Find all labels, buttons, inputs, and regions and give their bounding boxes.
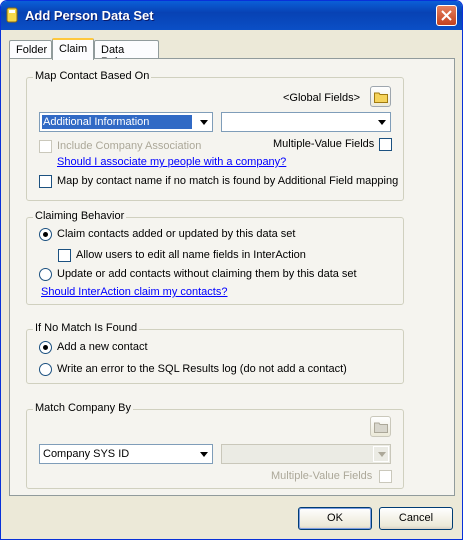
close-button[interactable] xyxy=(436,5,457,26)
chevron-down-icon xyxy=(200,120,208,125)
match-company-group: Match Company By Company SYS ID Multiple… xyxy=(26,402,404,489)
tab-panel: Map Contact Based On <Global Fields> Add… xyxy=(9,58,455,496)
chevron-down-icon xyxy=(200,452,208,457)
global-fields-label: <Global Fields> xyxy=(283,92,361,104)
value-combo-arrow[interactable] xyxy=(373,114,389,130)
field-combo-arrow[interactable] xyxy=(195,114,211,130)
field-combo[interactable]: Additional Information xyxy=(39,112,213,132)
include-company-label: Include Company Association xyxy=(57,140,202,152)
associate-company-link[interactable]: Should I associate my people with a comp… xyxy=(57,156,286,168)
company-value-combo-value xyxy=(224,447,370,461)
global-fields-button[interactable] xyxy=(370,86,391,107)
tab-claim[interactable]: Claim xyxy=(52,38,94,60)
map-contact-legend: Map Contact Based On xyxy=(33,70,152,82)
dialog-window: Add Person Data Set Folder Claim Data Ru… xyxy=(0,0,463,540)
app-icon xyxy=(6,7,18,23)
folder-icon xyxy=(374,92,388,103)
company-combo-value: Company SYS ID xyxy=(43,448,130,460)
cancel-button-label: Cancel xyxy=(398,512,434,524)
map-by-name-label: Map by contact name if no match is found… xyxy=(57,175,399,187)
map-by-name-checkbox[interactable] xyxy=(39,175,52,188)
claiming-group: Claiming Behavior Claim contacts added o… xyxy=(26,210,404,305)
write-error-label: Write an error to the SQL Results log (d… xyxy=(57,363,347,375)
add-contact-radio[interactable] xyxy=(39,341,52,354)
update-radio[interactable] xyxy=(39,268,52,281)
title-bar[interactable]: Add Person Data Set xyxy=(1,1,462,30)
chevron-down-icon xyxy=(378,452,386,457)
claim-contacts-link[interactable]: Should InterAction claim my contacts? xyxy=(41,286,227,298)
close-icon xyxy=(441,10,452,21)
company-multi-value-checkbox[interactable] xyxy=(379,470,392,483)
company-combo[interactable]: Company SYS ID xyxy=(39,444,213,464)
company-combo-arrow[interactable] xyxy=(195,446,211,462)
no-match-legend: If No Match Is Found xyxy=(33,322,140,334)
allow-edit-checkbox[interactable] xyxy=(58,249,71,262)
add-contact-label: Add a new contact xyxy=(57,341,148,353)
claiming-legend: Claiming Behavior xyxy=(33,210,127,222)
tab-claim-label: Claim xyxy=(59,43,88,55)
tab-folder[interactable]: Folder xyxy=(9,40,52,59)
tab-data-rules[interactable]: Data Rules xyxy=(94,40,159,68)
company-value-combo[interactable] xyxy=(221,444,391,464)
write-error-radio[interactable] xyxy=(39,363,52,376)
allow-edit-label: Allow users to edit all name fields in I… xyxy=(76,249,306,261)
update-option-label: Update or add contacts without claiming … xyxy=(57,268,357,280)
chevron-down-icon xyxy=(378,120,386,125)
company-value-combo-arrow[interactable] xyxy=(373,446,389,462)
value-combo-value xyxy=(224,115,370,129)
map-contact-group: Map Contact Based On <Global Fields> Add… xyxy=(26,70,404,201)
window-title: Add Person Data Set xyxy=(25,8,154,23)
match-company-legend: Match Company By xyxy=(33,402,133,414)
include-company-checkbox[interactable] xyxy=(39,140,52,153)
company-multi-value-label: Multiple-Value Fields xyxy=(271,470,373,482)
folder-icon xyxy=(374,422,388,433)
no-match-group: If No Match Is Found Add a new contact W… xyxy=(26,322,404,384)
ok-button[interactable]: OK xyxy=(298,507,372,530)
tab-folder-label: Folder xyxy=(16,44,48,56)
field-combo-value: Additional Information xyxy=(41,114,193,130)
multi-value-checkbox[interactable] xyxy=(379,138,392,151)
cancel-button[interactable]: Cancel xyxy=(379,507,453,530)
claim-radio[interactable] xyxy=(39,228,52,241)
ok-button-label: OK xyxy=(327,512,343,524)
value-combo[interactable] xyxy=(221,112,391,132)
multi-value-label: Multiple-Value Fields xyxy=(273,138,375,150)
company-fields-button[interactable] xyxy=(370,416,391,437)
claim-option-label: Claim contacts added or updated by this … xyxy=(57,228,296,240)
